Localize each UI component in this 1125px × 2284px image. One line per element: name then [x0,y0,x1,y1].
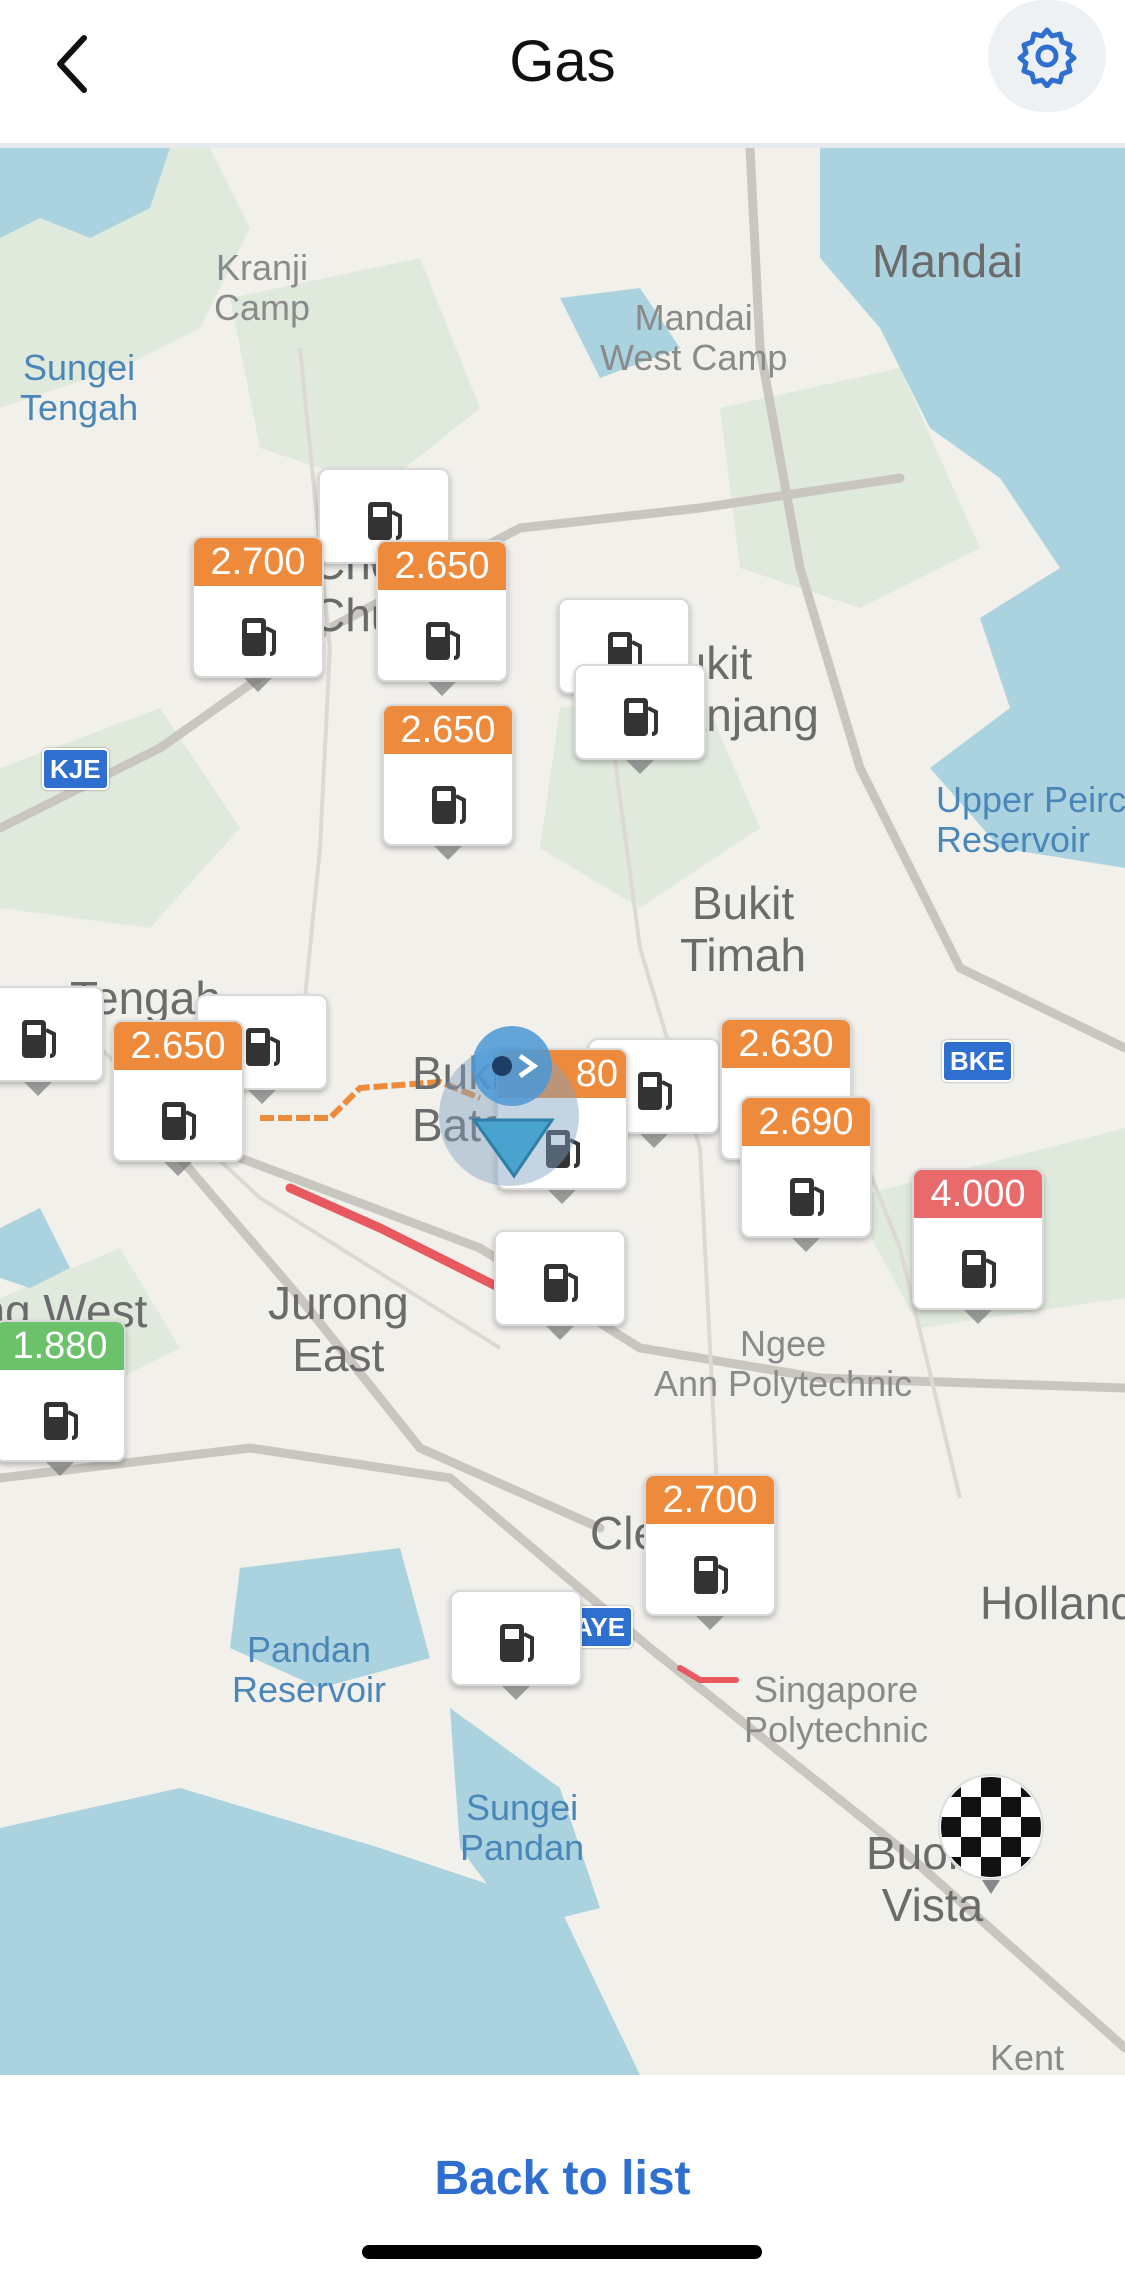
home-indicator[interactable] [362,2245,762,2259]
station-price: 2.650 [378,542,506,590]
station-price: 2.700 [194,538,322,586]
header: Gas [0,0,1125,148]
station-price: 1.880 [0,1322,124,1370]
fuel-pump-icon [242,618,276,656]
place-bukit-timah: Bukit Timah [680,877,807,981]
place-sungei-pandan: Sungei Pandan [460,1787,585,1869]
place-singapore-polytechnic: Singapore Polytechnic [744,1669,929,1751]
fuel-pump-icon [694,1556,728,1594]
place-jurong-east: Jurong East [268,1277,409,1381]
station-price: 2.650 [384,706,512,754]
station-price: 2.630 [722,1020,850,1068]
gas-station-pin[interactable]: 2.700 [644,1474,776,1630]
footer: Back to list [0,2075,1125,2284]
user-location-icon[interactable] [424,1016,594,1186]
gas-station-pin[interactable]: 4.000 [912,1168,1044,1324]
place-mandai: Mandai [872,235,1023,287]
fuel-pump-icon [500,1624,534,1662]
gas-station-pin[interactable]: 2.650 [382,704,514,860]
station-price: 2.690 [742,1098,870,1146]
map-view[interactable]: Mandai Kranji Camp Mandai West Camp Sung… [0,148,1125,2075]
gas-station-pin[interactable]: 2.650 [376,540,508,696]
fuel-pump-icon [638,1072,672,1110]
fuel-pump-icon [962,1250,996,1288]
place-mandai-west-camp: Mandai West Camp [600,297,788,379]
fuel-pump-icon [162,1102,196,1140]
fuel-pump-icon [426,622,460,660]
fuel-pump-icon [432,786,466,824]
fuel-pump-icon [544,1264,578,1302]
place-ngee-ann-polytechnic: Ngee Ann Polytechnic [654,1323,913,1405]
expressway-bke-badge: BKE [942,1040,1013,1082]
checkered-flag-icon[interactable] [936,1772,1046,1902]
place-sungei-tengah: Sungei Tengah [20,347,139,429]
station-price: 2.700 [646,1476,774,1524]
fuel-pump-icon [246,1028,280,1066]
fuel-pump-icon [624,698,658,736]
fuel-pump-icon [368,502,402,540]
gas-station-pin[interactable] [494,1230,626,1340]
place-kranji-camp: Kranji Camp [214,247,311,329]
back-to-list-button[interactable]: Back to list [0,2151,1125,2206]
gear-icon [1017,27,1077,88]
fuel-pump-icon [44,1402,78,1440]
place-kent: Kent [990,2037,1065,2075]
gas-station-pin[interactable]: 2.650 [112,1020,244,1176]
station-price: 2.650 [114,1022,242,1070]
gas-station-pin[interactable]: 2.700 [192,536,324,692]
settings-button[interactable] [988,0,1106,112]
page-title: Gas [509,29,616,94]
fuel-pump-icon [22,1020,56,1058]
gas-station-pin[interactable]: 2.690 [740,1096,872,1252]
expressway-kje-badge: KJE [42,748,109,790]
gas-station-pin[interactable] [0,986,104,1096]
place-upper-peirce-reservoir: Upper Peirce Reservoir [936,779,1125,861]
fuel-pump-icon [790,1178,824,1216]
station-price: 4.000 [914,1170,1042,1218]
gas-station-pin[interactable]: 1.880 [0,1320,126,1476]
gas-station-pin[interactable] [574,664,706,774]
place-holland: Holland [980,1577,1125,1629]
gas-station-pin[interactable] [450,1590,582,1700]
place-pandan-reservoir: Pandan Reservoir [232,1629,387,1711]
